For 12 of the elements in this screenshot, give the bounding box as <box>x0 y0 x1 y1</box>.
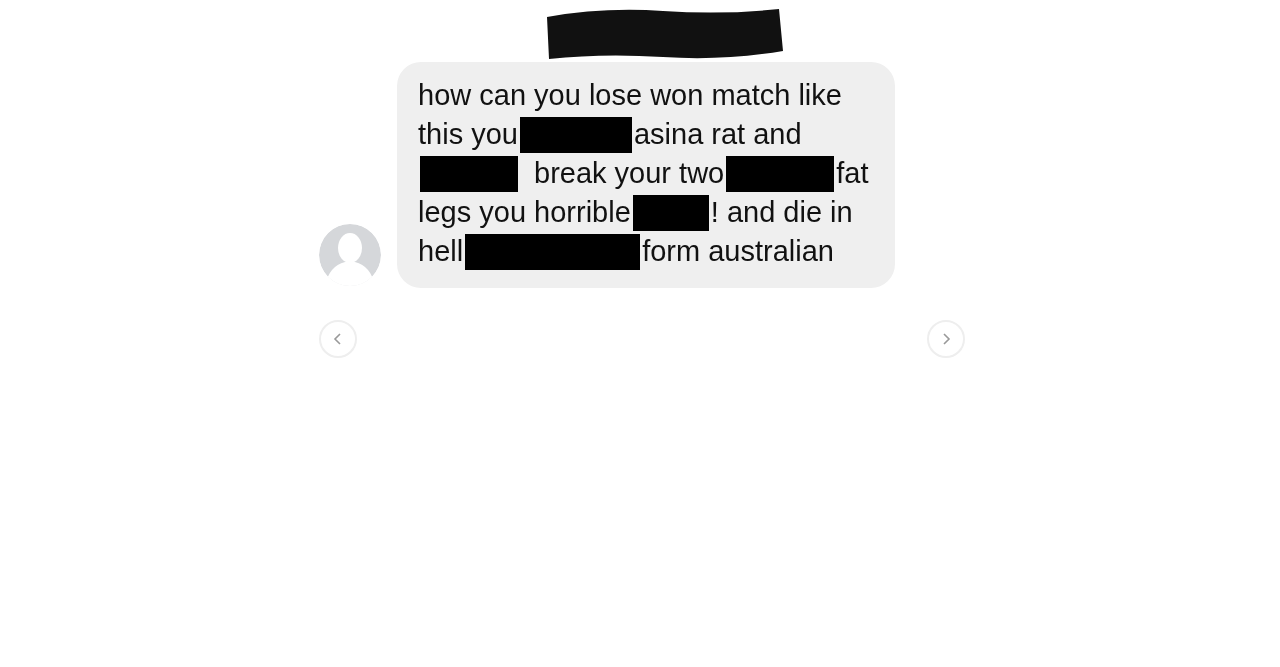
message-text: ! and die in <box>710 196 853 229</box>
message-text: form australian <box>642 235 834 268</box>
message-text: hell <box>418 235 464 268</box>
previous-button[interactable] <box>319 320 357 358</box>
next-button[interactable] <box>927 320 965 358</box>
avatar-icon <box>319 224 381 286</box>
message-text: asina rat and <box>633 118 802 151</box>
message-text: how can you lose won match like <box>418 79 842 112</box>
message-text: fat <box>836 157 869 190</box>
message-text: legs you horrible <box>418 196 631 229</box>
message-text: this you <box>418 118 518 151</box>
message-text: break your two <box>534 157 725 190</box>
